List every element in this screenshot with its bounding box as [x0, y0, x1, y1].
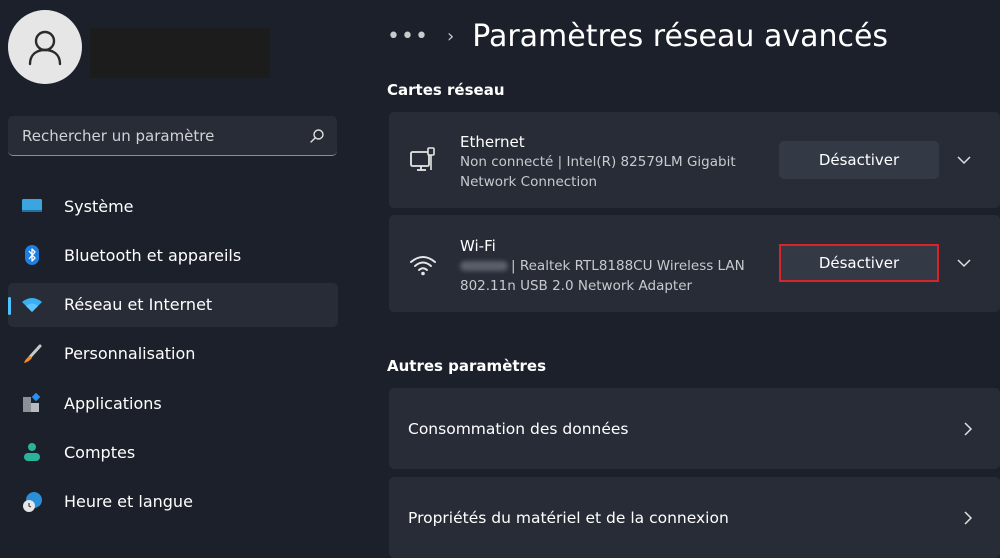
adapter-name: Wi-Fi	[460, 237, 496, 255]
breadcrumb: ••• › Paramètres réseau avancés	[387, 14, 888, 58]
link-label: Consommation des données	[408, 419, 629, 438]
sidebar-item-label: Heure et langue	[64, 492, 193, 512]
globe-clock-icon	[21, 491, 43, 513]
ethernet-icon	[409, 146, 437, 174]
breadcrumb-more-button[interactable]: •••	[387, 24, 428, 49]
user-name-redacted	[90, 28, 270, 78]
search-placeholder: Rechercher un paramètre	[22, 126, 215, 145]
chevron-right-icon	[956, 417, 980, 441]
link-label: Propriétés du matériel et de la connexio…	[408, 508, 729, 527]
page-title: Paramètres réseau avancés	[472, 18, 889, 54]
sidebar-item-applications[interactable]: Applications	[8, 381, 338, 425]
section-heading-cartes-reseau: Cartes réseau	[387, 81, 505, 99]
avatar[interactable]	[8, 10, 82, 84]
network-name-redacted	[460, 261, 508, 271]
chevron-right-icon	[956, 506, 980, 530]
sidebar-item-personnalisation[interactable]: Personnalisation	[8, 332, 338, 376]
adapter-description-line2: Network Connection	[460, 174, 598, 190]
disable-wifi-button[interactable]: Désactiver	[779, 244, 939, 282]
wifi-icon	[409, 251, 437, 279]
main-content: ••• › Paramètres réseau avancés Cartes r…	[387, 0, 1000, 558]
sidebar-item-label: Comptes	[64, 442, 136, 462]
adapter-name: Ethernet	[460, 133, 525, 151]
search-icon[interactable]	[309, 128, 325, 144]
adapter-description-line2: 802.11n USB 2.0 Network Adapter	[460, 278, 693, 294]
sidebar-item-label: Réseau et Internet	[64, 295, 213, 315]
sidebar-item-heure-langue[interactable]: Heure et langue	[8, 480, 338, 524]
chevron-down-icon[interactable]	[952, 251, 976, 275]
adapter-info: Ethernet Non connecté | Intel(R) 82579LM…	[460, 132, 736, 192]
adapter-description-text: | Realtek RTL8188CU Wireless LAN	[511, 258, 745, 274]
search-input[interactable]: Rechercher un paramètre	[8, 116, 337, 156]
sidebar-item-bluetooth[interactable]: Bluetooth et appareils	[8, 233, 338, 277]
disable-ethernet-button[interactable]: Désactiver	[779, 141, 939, 179]
paintbrush-icon	[21, 343, 43, 365]
sidebar-nav: Système Bluetooth et appareils Réseau et…	[8, 184, 338, 529]
link-consommation-donnees[interactable]: Consommation des données	[389, 388, 1000, 469]
sidebar-item-label: Applications	[64, 393, 162, 413]
sidebar-item-comptes[interactable]: Comptes	[8, 430, 338, 474]
adapter-description-line1: | Realtek RTL8188CU Wireless LAN	[460, 256, 745, 276]
apps-icon	[21, 392, 43, 414]
adapter-card-ethernet: Ethernet Non connecté | Intel(R) 82579LM…	[389, 112, 1000, 208]
wifi-icon	[21, 294, 43, 316]
adapter-card-wifi: Wi-Fi | Realtek RTL8188CU Wireless LAN 8…	[389, 215, 1000, 312]
adapter-description-line1: Non connecté | Intel(R) 82579LM Gigabit	[460, 154, 736, 170]
person-icon	[28, 30, 62, 66]
adapter-info: Wi-Fi | Realtek RTL8188CU Wireless LAN 8…	[460, 236, 745, 296]
account-icon	[21, 441, 43, 463]
section-heading-autres-parametres: Autres paramètres	[387, 357, 547, 375]
chevron-right-icon: ›	[447, 25, 455, 47]
monitor-icon	[21, 195, 43, 217]
bluetooth-icon	[21, 244, 43, 266]
sidebar-item-label: Système	[64, 196, 134, 216]
active-indicator	[8, 296, 11, 315]
sidebar-item-reseau[interactable]: Réseau et Internet	[8, 282, 338, 327]
chevron-down-icon[interactable]	[952, 148, 976, 172]
sidebar-item-systeme[interactable]: Système	[8, 184, 338, 228]
sidebar: Rechercher un paramètre Système Bluetoot…	[0, 0, 350, 546]
sidebar-item-label: Personnalisation	[64, 344, 196, 364]
sidebar-item-label: Bluetooth et appareils	[64, 245, 242, 265]
